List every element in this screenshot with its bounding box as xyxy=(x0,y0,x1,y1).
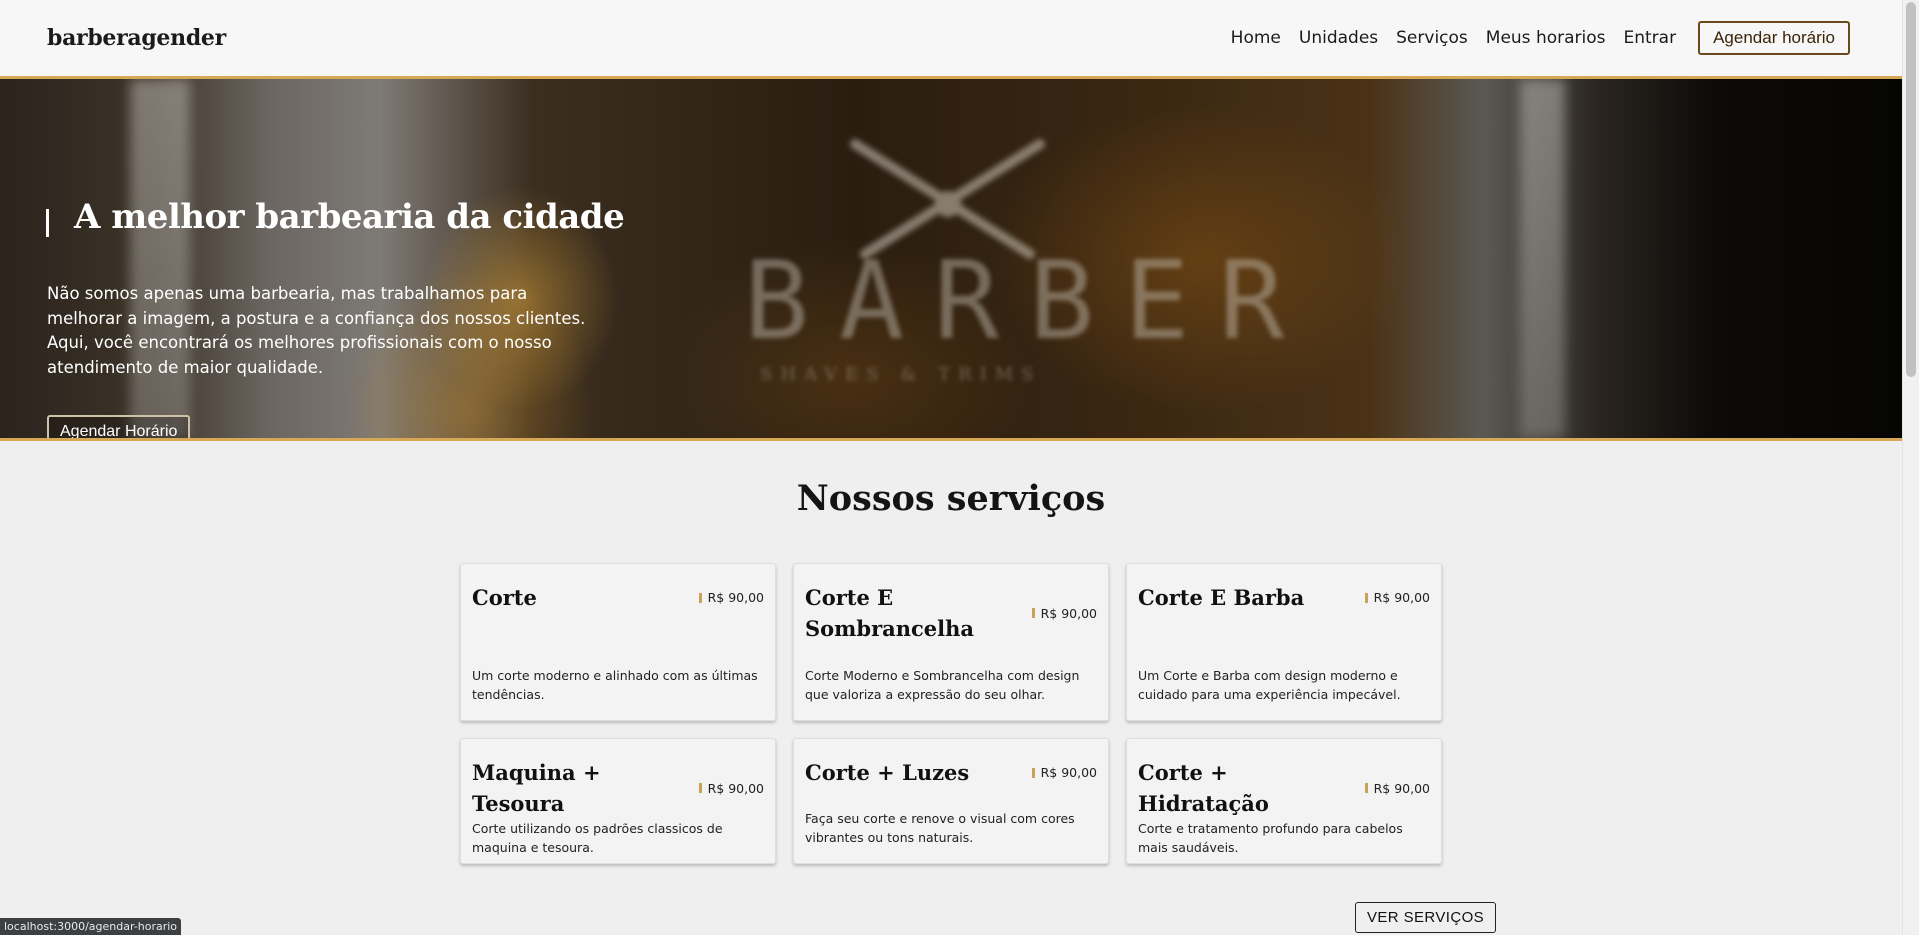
price-marker xyxy=(1364,783,1368,793)
service-name: Corte xyxy=(472,585,537,610)
site-header: barberagender Home Unidades Serviços Meu… xyxy=(0,0,1902,79)
nav-meus-horarios[interactable]: Meus horarios xyxy=(1486,28,1606,48)
service-name: Corte + Hidratação xyxy=(1138,760,1269,816)
service-card[interactable]: Corte + Luzes R$ 90,00 Faça seu corte e … xyxy=(793,738,1109,864)
hero-banner: BARBER SHAVES & TRIMS A melhor barbearia… xyxy=(0,79,1902,441)
service-price-value: R$ 90,00 xyxy=(707,590,764,605)
hero-title-accent xyxy=(46,209,49,237)
service-card[interactable]: Corte E Sombrancelha R$ 90,00 Corte Mode… xyxy=(793,563,1109,721)
hero-agendar-button[interactable]: Agendar Horário xyxy=(47,415,191,438)
service-price: R$ 90,00 xyxy=(1031,765,1097,780)
service-card[interactable]: Corte E Barba R$ 90,00 Um Corte e Barba … xyxy=(1126,563,1442,721)
service-name: Corte E Sombrancelha xyxy=(805,585,975,641)
service-description: Faça seu corte e renove o visual com cor… xyxy=(805,811,1075,845)
service-price-value: R$ 90,00 xyxy=(1373,780,1430,796)
service-price-value: R$ 90,00 xyxy=(1373,590,1430,605)
service-price: R$ 90,00 xyxy=(698,590,764,605)
service-price-value: R$ 90,00 xyxy=(1040,765,1097,780)
hero-background-logo-subtext: SHAVES & TRIMS xyxy=(760,364,1042,385)
service-description: Corte Moderno e Sombrancelha com design … xyxy=(805,668,1080,702)
price-marker xyxy=(1031,767,1035,778)
service-price-value: R$ 90,00 xyxy=(1040,605,1097,621)
hero-background-pillar xyxy=(130,79,190,438)
brand-logo[interactable]: barberagender xyxy=(47,25,226,51)
browser-status-url: localhost:3000/agendar-horario xyxy=(0,918,182,935)
services-grid: Corte R$ 90,00 Um corte moderno e alinha… xyxy=(460,563,1443,864)
main-nav: Home Unidades Serviços Meus horarios Ent… xyxy=(1231,21,1850,55)
service-card[interactable]: Maquina + Tesoura R$ 90,00 Corte utiliza… xyxy=(460,738,776,864)
service-price: R$ 90,00 xyxy=(698,780,764,796)
service-description: Corte utilizando os padrões classicos de… xyxy=(472,821,723,855)
hero-description: Não somos apenas uma barbearia, mas trab… xyxy=(47,284,586,377)
page-scrollbar[interactable] xyxy=(1902,0,1919,935)
service-description: Um corte moderno e alinhado com as últim… xyxy=(472,668,758,702)
scrollbar-thumb[interactable] xyxy=(1906,2,1916,377)
service-description: Um Corte e Barba com design moderno e cu… xyxy=(1138,668,1401,702)
nav-entrar[interactable]: Entrar xyxy=(1624,28,1677,48)
agendar-horario-button[interactable]: Agendar horário xyxy=(1698,21,1850,55)
price-marker xyxy=(698,592,702,603)
nav-home[interactable]: Home xyxy=(1231,28,1281,48)
service-card[interactable]: Corte + Hidratação R$ 90,00 Corte e trat… xyxy=(1126,738,1442,864)
services-title: Nossos serviços xyxy=(796,478,1106,519)
price-marker xyxy=(1364,592,1368,603)
service-name: Corte E Barba xyxy=(1138,585,1305,610)
service-price: R$ 90,00 xyxy=(1364,780,1430,796)
nav-unidades[interactable]: Unidades xyxy=(1299,28,1378,48)
hero-background-logo-text: BARBER xyxy=(744,239,1315,364)
nav-servicos[interactable]: Serviços xyxy=(1396,28,1468,48)
price-marker xyxy=(698,783,702,793)
hero-background-pillar xyxy=(1520,79,1565,438)
service-name: Maquina + Tesoura xyxy=(472,760,601,816)
service-card[interactable]: Corte R$ 90,00 Um corte moderno e alinha… xyxy=(460,563,776,721)
service-price: R$ 90,00 xyxy=(1031,605,1097,621)
service-price: R$ 90,00 xyxy=(1364,590,1430,605)
service-description: Corte e tratamento profundo para cabelos… xyxy=(1138,821,1403,855)
service-price-value: R$ 90,00 xyxy=(707,780,764,796)
hero-title: A melhor barbearia da cidade xyxy=(74,197,625,237)
service-name: Corte + Luzes xyxy=(805,760,970,785)
ver-servicos-button[interactable]: VER SERVIÇOS xyxy=(1355,902,1497,933)
price-marker xyxy=(1031,608,1035,618)
